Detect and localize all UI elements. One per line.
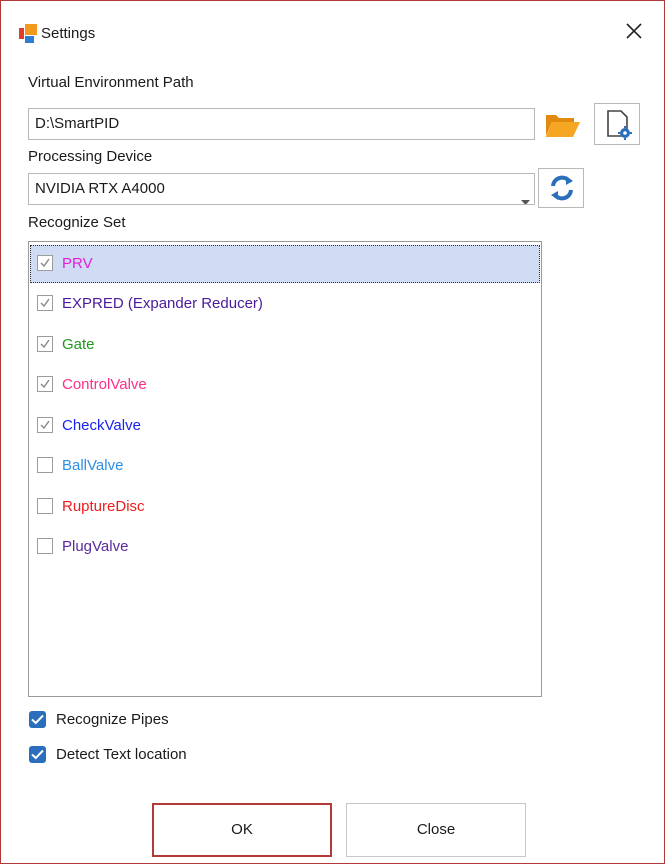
recognize-set-list[interactable]: PRV EXPRED (Expander Reducer) Gate Contr… <box>28 241 542 697</box>
list-item-prv[interactable]: PRV <box>30 245 540 283</box>
item-checkbox[interactable] <box>37 255 53 271</box>
ok-button[interactable]: OK <box>152 803 332 857</box>
processing-device-select[interactable]: NVIDIA RTX A4000 <box>28 173 535 205</box>
list-item-ballvalve[interactable]: BallValve <box>30 447 540 485</box>
item-checkbox[interactable] <box>37 538 53 554</box>
document-gear-icon <box>605 110 633 144</box>
chevron-down-icon <box>521 187 530 204</box>
venv-settings-button[interactable] <box>594 103 640 145</box>
item-checkbox[interactable] <box>37 295 53 311</box>
folder-open-icon <box>544 110 582 144</box>
item-label: BallValve <box>62 457 124 474</box>
item-label: EXPRED (Expander Reducer) <box>62 295 263 312</box>
list-item-gate[interactable]: Gate <box>30 326 540 364</box>
processing-device-label: Processing Device <box>28 148 153 165</box>
processing-device-value: NVIDIA RTX A4000 <box>35 180 165 197</box>
refresh-icon <box>549 175 575 205</box>
recognize-pipes-label: Recognize Pipes <box>56 711 169 728</box>
app-logo-icon <box>19 24 37 47</box>
item-checkbox[interactable] <box>37 417 53 433</box>
list-item-expred[interactable]: EXPRED (Expander Reducer) <box>30 285 540 323</box>
detect-text-checkbox[interactable] <box>29 746 46 763</box>
item-label: ControlValve <box>62 376 147 393</box>
list-item-controlvalve[interactable]: ControlValve <box>30 366 540 404</box>
close-icon[interactable] <box>623 20 645 42</box>
detect-text-label: Detect Text location <box>56 746 187 763</box>
settings-dialog: Settings Virtual Environment Path D:\Sma… <box>0 0 665 864</box>
item-checkbox[interactable] <box>37 336 53 352</box>
dialog-title: Settings <box>41 25 96 42</box>
title-bar: Settings <box>1 1 664 43</box>
item-checkbox[interactable] <box>37 376 53 392</box>
item-label: PlugValve <box>62 538 129 555</box>
refresh-devices-button[interactable] <box>538 168 584 208</box>
item-label: PRV <box>62 255 93 272</box>
item-label: Gate <box>62 336 95 353</box>
item-label: RuptureDisc <box>62 498 145 515</box>
list-item-checkvalve[interactable]: CheckValve <box>30 407 540 445</box>
browse-folder-button[interactable] <box>538 106 588 142</box>
venv-path-input[interactable]: D:\SmartPID <box>28 108 535 140</box>
list-item-rupturedisc[interactable]: RuptureDisc <box>30 488 540 526</box>
recognize-set-label: Recognize Set <box>28 214 126 231</box>
item-checkbox[interactable] <box>37 457 53 473</box>
list-item-plugvalve[interactable]: PlugValve <box>30 528 540 566</box>
item-label: CheckValve <box>62 417 141 434</box>
venv-path-label: Virtual Environment Path <box>28 74 194 91</box>
item-checkbox[interactable] <box>37 498 53 514</box>
close-button[interactable]: Close <box>346 803 526 857</box>
recognize-pipes-checkbox[interactable] <box>29 711 46 728</box>
